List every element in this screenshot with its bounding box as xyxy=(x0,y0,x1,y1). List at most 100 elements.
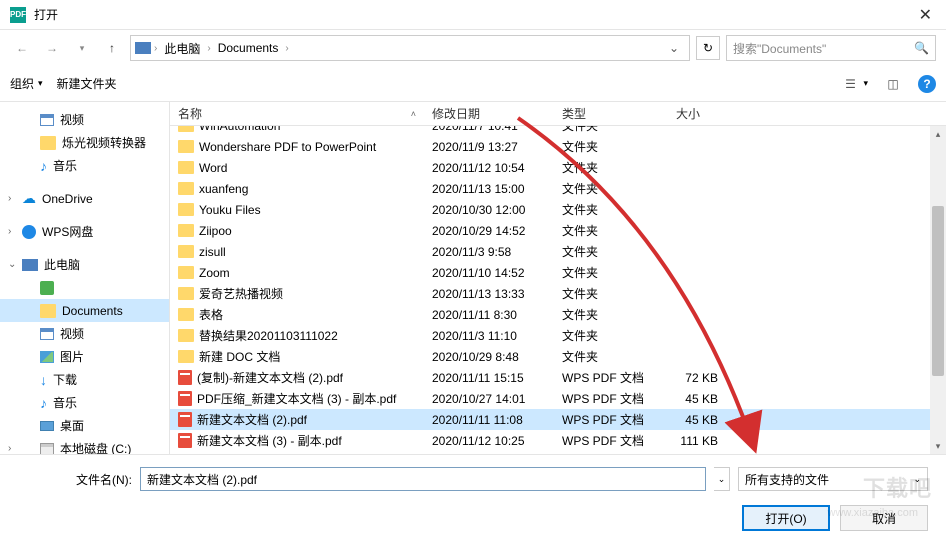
file-row[interactable]: Wondershare PDF to PowerPoint 2020/11/9 … xyxy=(170,136,946,157)
file-type: 文件夹 xyxy=(554,285,668,302)
cancel-button[interactable]: 取消 xyxy=(840,505,928,531)
file-name: Wondershare PDF to PowerPoint xyxy=(199,140,376,154)
folder-icon xyxy=(178,329,194,342)
folder-icon xyxy=(178,350,194,363)
col-size[interactable]: 大小 xyxy=(668,105,748,122)
close-icon[interactable]: ✕ xyxy=(915,5,936,25)
file-row[interactable]: 表格 2020/11/11 8:30 文件夹 xyxy=(170,304,946,325)
file-size: 72 KB xyxy=(668,371,748,385)
file-date: 2020/11/13 15:00 xyxy=(424,182,554,196)
file-type: WPS PDF 文档 xyxy=(554,432,668,449)
recent-dropdown[interactable]: ▾ xyxy=(70,36,94,60)
green-icon xyxy=(40,281,54,295)
file-date: 2020/11/10 14:52 xyxy=(424,266,554,280)
file-row[interactable]: Ziipoo 2020/10/29 14:52 文件夹 xyxy=(170,220,946,241)
up-button[interactable]: ↑ xyxy=(100,36,124,60)
file-name: zisull xyxy=(199,245,226,259)
sidebar-item-label: 音乐 xyxy=(53,394,77,411)
file-date: 2020/11/11 8:30 xyxy=(424,308,554,322)
file-row[interactable]: 替换结果20201103111022 2020/11/3 11:10 文件夹 xyxy=(170,325,946,346)
file-row[interactable]: 新建 DOC 文档 2020/10/29 8:48 文件夹 xyxy=(170,346,946,367)
file-row[interactable]: zisull 2020/11/3 9:58 文件夹 xyxy=(170,241,946,262)
breadcrumb-pc[interactable]: 此电脑 xyxy=(160,40,204,57)
sidebar-item-label: 此电脑 xyxy=(44,256,80,273)
file-type: 文件夹 xyxy=(554,159,668,176)
sidebar-item-label: 视频 xyxy=(60,111,84,128)
sidebar-item[interactable]: 桌面 xyxy=(0,414,169,437)
file-row[interactable]: 新建文本文档 (2).pdf 2020/11/11 11:08 WPS PDF … xyxy=(170,409,946,430)
col-type[interactable]: 类型 xyxy=(554,105,668,122)
chevron-right-icon: › xyxy=(207,43,210,54)
file-row[interactable]: PDF压缩_新建文本文档 (3) - 副本.pdf 2020/10/27 14:… xyxy=(170,388,946,409)
search-icon[interactable]: 🔍 xyxy=(914,41,929,55)
filename-input[interactable]: 新建文本文档 (2).pdf xyxy=(140,467,706,491)
file-row[interactable]: Word 2020/11/12 10:54 文件夹 xyxy=(170,157,946,178)
sidebar-item[interactable]: 视频 xyxy=(0,108,169,131)
file-name: 表格 xyxy=(199,306,223,323)
refresh-button[interactable]: ↻ xyxy=(696,36,720,60)
col-name[interactable]: 名称 ˄ xyxy=(170,105,424,122)
file-name: 替换结果20201103111022 xyxy=(199,327,338,344)
sidebar-item[interactable]: ♪音乐 xyxy=(0,391,169,414)
file-type: 文件夹 xyxy=(554,222,668,239)
vertical-scrollbar[interactable]: ▴ ▾ xyxy=(930,126,946,454)
expand-icon[interactable]: ⌄ xyxy=(8,259,16,270)
sidebar-item[interactable]: Documents xyxy=(0,299,169,322)
sidebar-item[interactable] xyxy=(0,276,169,299)
sidebar-item[interactable]: ♪音乐 xyxy=(0,154,169,177)
search-input[interactable]: 搜索"Documents" 🔍 xyxy=(726,35,936,61)
back-button[interactable]: ← xyxy=(10,36,34,60)
file-type: 文件夹 xyxy=(554,348,668,365)
sidebar-item[interactable]: 图片 xyxy=(0,345,169,368)
expand-icon[interactable]: › xyxy=(8,226,11,237)
file-date: 2020/11/13 13:33 xyxy=(424,287,554,301)
file-type: 文件夹 xyxy=(554,327,668,344)
preview-pane-button[interactable]: ◫ xyxy=(882,73,904,95)
filename-dropdown[interactable]: ⌄ xyxy=(714,467,730,491)
sidebar-item[interactable]: ⌄ 此电脑 xyxy=(0,253,169,276)
video-icon xyxy=(40,328,54,340)
col-date[interactable]: 修改日期 xyxy=(424,105,554,122)
file-row[interactable]: xuanfeng 2020/11/13 15:00 文件夹 xyxy=(170,178,946,199)
file-date: 2020/11/11 15:15 xyxy=(424,371,554,385)
open-button[interactable]: 打开(O) xyxy=(742,505,830,531)
scrollbar-thumb[interactable] xyxy=(932,206,944,376)
sidebar-item[interactable]: 视频 xyxy=(0,322,169,345)
titlebar: PDF 打开 ✕ xyxy=(0,0,946,30)
file-name: Youku Files xyxy=(199,203,261,217)
help-button[interactable]: ? xyxy=(918,75,936,93)
file-row[interactable]: Youku Files 2020/10/30 12:00 文件夹 xyxy=(170,199,946,220)
organize-menu[interactable]: 组织 ▾ xyxy=(10,75,43,92)
breadcrumb-documents[interactable]: Documents xyxy=(214,41,283,55)
file-row[interactable]: 新建文本文档 (3) - 副本.pdf 2020/11/12 10:25 WPS… xyxy=(170,430,946,451)
scroll-down-icon[interactable]: ▾ xyxy=(930,438,946,454)
file-row[interactable]: WinAutomation 2020/11/7 10:41 文件夹 xyxy=(170,126,946,136)
view-mode-button[interactable]: ☰ ▾ xyxy=(839,73,868,95)
file-name: Ziipoo xyxy=(199,224,232,238)
expand-icon[interactable]: › xyxy=(8,193,11,204)
file-type: WPS PDF 文档 xyxy=(554,411,668,428)
file-date: 2020/11/12 10:54 xyxy=(424,161,554,175)
file-row[interactable]: (复制)-新建文本文档 (2).pdf 2020/11/11 15:15 WPS… xyxy=(170,367,946,388)
sidebar-item[interactable]: 烁光视频转换器 xyxy=(0,131,169,154)
file-row[interactable]: 爱奇艺热播视频 2020/11/13 13:33 文件夹 xyxy=(170,283,946,304)
app-icon: PDF xyxy=(10,7,26,23)
sidebar-item[interactable]: › 本地磁盘 (C:) xyxy=(0,437,169,454)
file-name: 新建文本文档 (3) - 副本.pdf xyxy=(197,432,342,449)
address-bar[interactable]: › 此电脑 › Documents › ⌄ xyxy=(130,35,690,61)
address-dropdown[interactable]: ⌄ xyxy=(663,41,685,55)
sidebar-item[interactable]: ↓下载 xyxy=(0,368,169,391)
filename-label: 文件名(N): xyxy=(18,471,132,488)
chevron-down-icon: ⌄ xyxy=(913,474,921,485)
nav-row: ← → ▾ ↑ › 此电脑 › Documents › ⌄ ↻ 搜索"Docum… xyxy=(0,30,946,66)
pc-icon xyxy=(135,40,151,56)
sidebar-item[interactable]: ›☁OneDrive xyxy=(0,187,169,210)
pdf-icon xyxy=(178,391,192,406)
expand-icon[interactable]: › xyxy=(8,443,11,454)
sidebar-item-label: 本地磁盘 (C:) xyxy=(60,440,131,454)
new-folder-button[interactable]: 新建文件夹 xyxy=(57,75,117,92)
sidebar-item[interactable]: ›WPS网盘 xyxy=(0,220,169,243)
file-row[interactable]: Zoom 2020/11/10 14:52 文件夹 xyxy=(170,262,946,283)
scroll-up-icon[interactable]: ▴ xyxy=(930,126,946,142)
file-type-filter[interactable]: 所有支持的文件 ⌄ xyxy=(738,467,928,491)
